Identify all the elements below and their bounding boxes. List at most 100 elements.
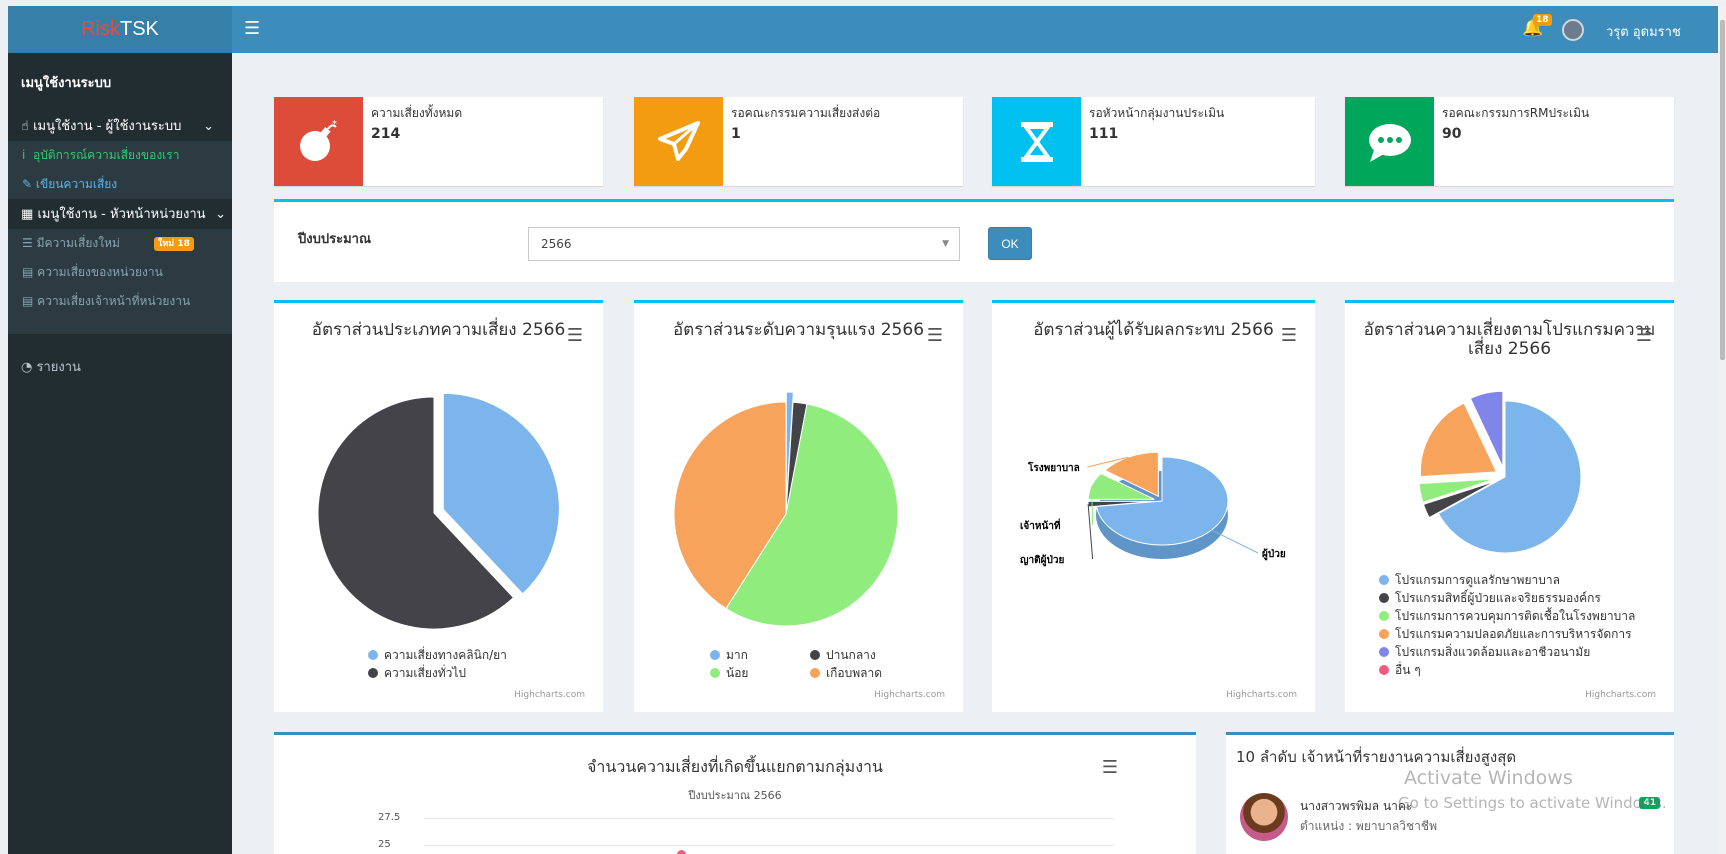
- chart-credit[interactable]: Highcharts.com: [1226, 690, 1297, 700]
- user-avatar[interactable]: [1562, 19, 1584, 41]
- sidebar-item-staff-risk[interactable]: ▤ ความเสี่ยงเจ้าหน้าที่หน่วยงาน: [8, 287, 232, 316]
- info-box-value: 111: [1089, 126, 1119, 142]
- chart-legend: ความเสี่ยงทางคลินิก/ยา ความเสี่ยงทั่วไป: [368, 646, 507, 682]
- legend-item[interactable]: ความเสี่ยงทางคลินิก/ยา: [368, 646, 507, 664]
- chart-credit[interactable]: Highcharts.com: [514, 690, 585, 700]
- fiscal-year-value: 2566: [541, 237, 572, 251]
- legend-dot: [710, 650, 720, 660]
- sidebar-item-label: เขียนความเสี่ยง: [35, 177, 118, 191]
- ok-button[interactable]: OK: [988, 227, 1032, 260]
- legend-label: น้อย: [726, 665, 749, 680]
- legend-item[interactable]: โปรแกรมความปลอดภัยและการบริหารจัดการ: [1379, 625, 1635, 643]
- legend-label: มาก: [726, 647, 748, 662]
- label-connector: [1211, 529, 1259, 554]
- gridline: [424, 818, 1114, 819]
- chart-title: อัตราส่วนระดับความรุนแรง 2566: [672, 320, 925, 340]
- legend-label: ความเสี่ยงทั่วไป: [384, 665, 467, 680]
- sidebar-item-report[interactable]: ◔ รายงาน: [8, 354, 232, 382]
- chart-card-affected: อัตราส่วนผู้ได้รับผลกระทบ 2566 ☰ ผู้ป่วย…: [992, 300, 1315, 712]
- fiscal-year-filter: ปีงบประมาณ 2566 ▼ OK: [274, 199, 1674, 282]
- chart-card-severity: อัตราส่วนระดับความรุนแรง 2566 ☰ มาก ปานก…: [634, 300, 963, 712]
- y-tick-label: 27.5: [378, 812, 401, 823]
- sidebar-group-user[interactable]: ☝ เมนูใช้งาน - ผู้ใช้งานระบบ ⌄: [8, 113, 232, 141]
- legend-item[interactable]: ความเสี่ยงทั่วไป: [368, 664, 507, 682]
- sidebar-toggle-icon[interactable]: ☰: [244, 18, 260, 39]
- chart-card-risk-type: อัตราส่วนประเภทความเสี่ยง 2566 ☰ ความเสี…: [274, 300, 603, 712]
- info-icon: i: [22, 148, 26, 162]
- legend-item[interactable]: อื่น ๆ: [1379, 661, 1635, 679]
- top10-reporters: 10 ลำดับ เจ้าหน้าที่รายงานความเสี่ยงสูงส…: [1226, 732, 1674, 854]
- legend-item[interactable]: โปรแกรมการควบคุมการติดเชื้อในโรงพยาบาล: [1379, 607, 1635, 625]
- chart-title: อัตราส่วนประเภทความเสี่ยง 2566: [311, 320, 566, 340]
- legend-label: โปรแกรมสิทธิ์ผู้ป่วยและจริยธรรมองค์กร: [1395, 590, 1601, 605]
- staff-name[interactable]: นางสาวพรพิมล นาคะ: [1300, 797, 1412, 816]
- info-box-head-eval: รอหัวหน้ากลุ่มงานประเมิน 111: [992, 97, 1315, 186]
- sidebar: เมนูใช้งานระบบ ☝ เมนูใช้งาน - ผู้ใช้งานร…: [8, 53, 232, 854]
- pie-chart-icon: ◔: [21, 360, 33, 375]
- logo-risk: Risk: [81, 18, 120, 40]
- legend-dot: [1379, 647, 1389, 657]
- info-box-forward: รอคณะกรรมความเสี่ยงส่งต่อ 1: [634, 97, 963, 186]
- chart-menu-icon[interactable]: ☰: [1636, 325, 1652, 346]
- data-point[interactable]: [677, 850, 686, 854]
- gridline: [424, 845, 1114, 846]
- legend-label: ความเสี่ยงทางคลินิก/ยา: [384, 647, 507, 662]
- sidebar-item-unit-risk[interactable]: ▤ ความเสี่ยงของหน่วยงาน: [8, 258, 232, 287]
- paper-plane-icon: [634, 97, 723, 186]
- legend-item[interactable]: โปรแกรมการดูแลรักษาพยาบาล: [1379, 571, 1635, 589]
- legend-label: โปรแกรมความปลอดภัยและการบริหารจัดการ: [1395, 626, 1632, 641]
- notification-badge: 18: [1533, 14, 1552, 26]
- table-icon: ▤: [22, 265, 34, 279]
- legend-item[interactable]: เกือบพลาด: [810, 664, 910, 682]
- chart-subtitle: ปีงบประมาณ 2566: [688, 789, 782, 802]
- chart-credit[interactable]: Highcharts.com: [1585, 690, 1656, 700]
- grid-icon: ▦: [21, 207, 34, 222]
- legend-item[interactable]: ปานกลาง: [810, 646, 910, 664]
- sidebar-group-head[interactable]: ▦ เมนูใช้งาน - หัวหน้าหน่วยงาน ⌄: [8, 201, 232, 229]
- sidebar-item-label: ความเสี่ยงเจ้าหน้าที่หน่วยงาน: [37, 294, 191, 308]
- chart-title: อัตราส่วนความเสี่ยงตามโปรแกรมความเสี่ยง …: [1363, 320, 1656, 359]
- chevron-down-icon: ⌄: [203, 119, 214, 134]
- data-label: ญาติผู้ป่วย: [1020, 554, 1064, 567]
- app-logo[interactable]: Risk TSK: [8, 6, 232, 53]
- chart-menu-icon[interactable]: ☰: [567, 325, 583, 346]
- edit-icon: ✎: [22, 177, 33, 191]
- info-box-rm-eval: รอคณะกรรมการRMประเมิน 90: [1345, 97, 1674, 186]
- svg-text:*: *: [332, 119, 337, 130]
- info-box-value: 214: [371, 126, 401, 142]
- pie-chart-risk-type: [317, 392, 560, 630]
- sidebar-item-report-label: รายงาน: [36, 360, 81, 375]
- sidebar-header: เมนูใช้งานระบบ: [21, 76, 112, 91]
- legend-item[interactable]: โปรแกรมสิ่งแวดล้อมและอาชีวอนามัย: [1379, 643, 1635, 661]
- top-navbar: ☰ 🔔 18 วรุต อุดมราช: [232, 6, 1718, 53]
- sidebar-item-write-risk[interactable]: ✎ เขียนความเสี่ยง: [8, 170, 232, 199]
- chevron-down-icon: ⌄: [215, 207, 226, 222]
- user-name[interactable]: วรุต อุดมราช: [1606, 21, 1681, 42]
- legend-item[interactable]: มาก: [710, 646, 810, 664]
- legend-item[interactable]: น้อย: [710, 664, 810, 682]
- legend-dot: [710, 668, 720, 678]
- chart-menu-icon[interactable]: ☰: [927, 325, 943, 346]
- hand-pointer-icon: ☝: [21, 119, 29, 134]
- legend-label: โปรแกรมการควบคุมการติดเชื้อในโรงพยาบาล: [1395, 608, 1636, 623]
- sidebar-item-our-incidents[interactable]: i อุบัติการณ์ความเสี่ยงของเรา: [8, 141, 232, 170]
- fiscal-year-select[interactable]: 2566 ▼: [528, 227, 960, 261]
- legend-item[interactable]: โปรแกรมสิทธิ์ผู้ป่วยและจริยธรรมองค์กร: [1379, 589, 1635, 607]
- chart-legend: โปรแกรมการดูแลรักษาพยาบาล โปรแกรมสิทธิ์ผ…: [1379, 571, 1635, 679]
- chart-menu-icon[interactable]: ☰: [1102, 757, 1118, 778]
- sidebar-item-new-risk[interactable]: ☰ มีความเสี่ยงใหม่ ใหม่ 18: [8, 229, 232, 258]
- sidebar-item-label: มีความเสี่ยงใหม่: [36, 236, 120, 250]
- chart-menu-icon[interactable]: ☰: [1281, 325, 1297, 346]
- legend-dot: [810, 650, 820, 660]
- legend-label: โปรแกรมการดูแลรักษาพยาบาล: [1395, 572, 1560, 587]
- chart-credit[interactable]: Highcharts.com: [874, 690, 945, 700]
- top10-title: 10 ลำดับ เจ้าหน้าที่รายงานความเสี่ยงสูงส…: [1236, 748, 1517, 766]
- table-icon: ▤: [22, 294, 34, 308]
- scrollbar-thumb[interactable]: [1720, 20, 1725, 360]
- legend-dot: [1379, 665, 1389, 675]
- activation-watermark-text: Go to Settings to activate Windows.: [1398, 794, 1667, 812]
- data-label: ผู้ป่วย: [1262, 548, 1286, 561]
- pie-chart-affected: ผู้ป่วย ญาติผู้ป่วย เจ้าหน้าที่ โรงพยาบาล: [1020, 451, 1286, 567]
- legend-dot: [810, 668, 820, 678]
- info-box-total: * ความเสี่ยงทั้งหมด 214: [274, 97, 603, 186]
